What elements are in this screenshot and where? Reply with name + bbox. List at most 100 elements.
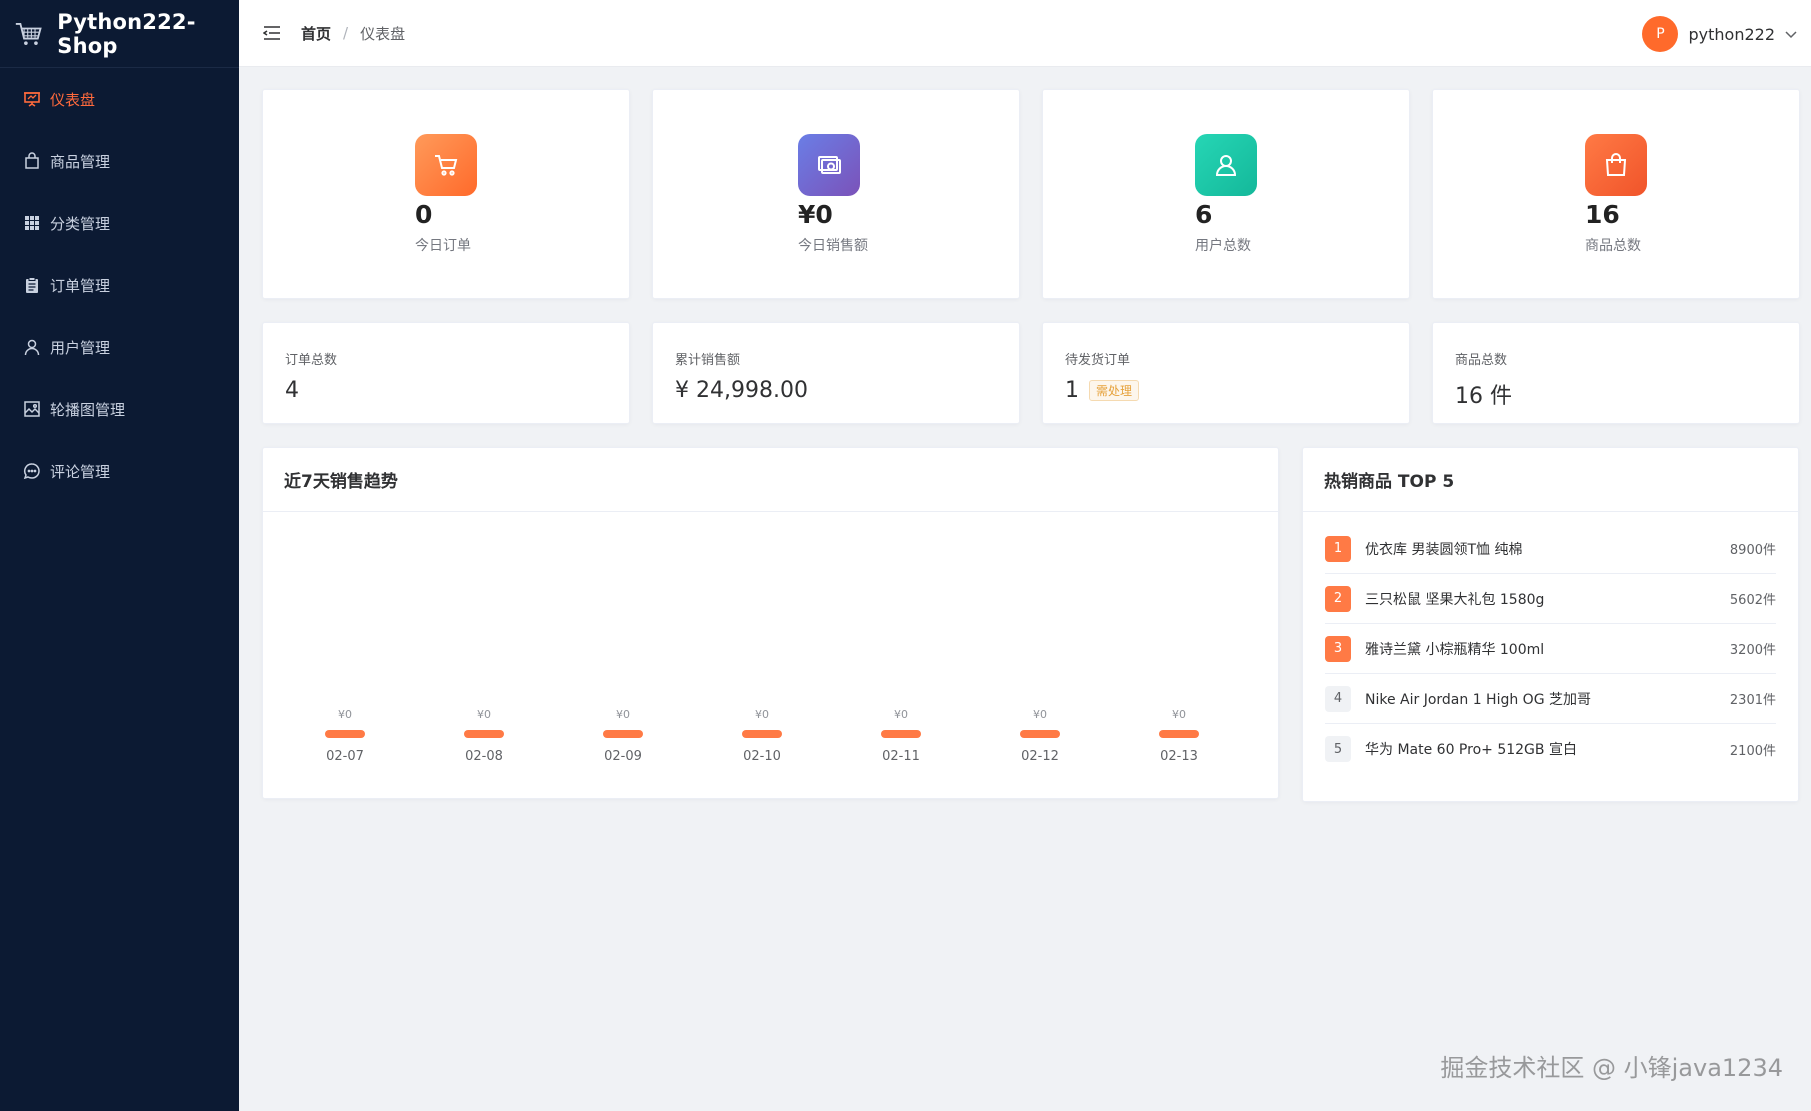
data-label: ¥0 [477,708,491,721]
sidebar-item-products[interactable]: 商品管理 [0,130,239,192]
sidebar-item-orders[interactable]: 订单管理 [0,254,239,316]
user-icon [1195,134,1257,196]
product-name[interactable]: 优衣库 男装圆领T恤 纯棉 [1365,539,1730,559]
chart-bar[interactable] [1159,730,1199,738]
chat-bubble-icon [23,462,41,480]
sidebar-item-label: 评论管理 [50,462,111,481]
stat-value: ¥0 [798,200,833,229]
sidebar: Python222-Shop 仪表盘 商品管理 分类管理 订单管理 用户管理 轮… [0,0,239,1111]
sidebar-item-banners[interactable]: 轮播图管理 [0,378,239,440]
breadcrumb-home[interactable]: 首页 [301,23,331,44]
chart-bar[interactable] [881,730,921,738]
sidebar-item-label: 商品管理 [50,152,111,171]
breadcrumb-current: 仪表盘 [360,24,406,43]
money-icon [798,134,860,196]
stat-card-today-sales: ¥0 今日销售额 [652,89,1020,299]
tick-label: 02-13 [1160,749,1198,764]
sidebar-item-categories[interactable]: 分类管理 [0,192,239,254]
chevron-down-icon[interactable] [1785,28,1797,40]
sidebar-item-comments[interactable]: 评论管理 [0,440,239,502]
product-name[interactable]: 三只松鼠 坚果大礼包 1580g [1365,589,1730,609]
summary-value-text: 1 [1065,378,1079,403]
app-title: Python222-Shop [57,9,196,58]
tick-label: 02-12 [1021,749,1059,764]
stat-value: 16 [1585,200,1620,229]
shopping-bag-icon [1585,134,1647,196]
stat-label: 用户总数 [1195,238,1251,254]
summary-value-text: 4 [285,378,299,403]
menu-toggle-icon[interactable] [263,23,283,43]
panel-title: 近7天销售趋势 [263,448,1278,512]
rank-badge: 3 [1325,635,1351,662]
picture-icon [23,400,41,418]
sales-trend-chart: ¥0 02-07 ¥0 02-08 ¥0 02-09 ¥0 02-10 ¥0 02-11 ¥0 02-… [325,708,1199,764]
hot-products-list: 1 优衣库 男装圆领T恤 纯棉 8900件 2 三只松鼠 坚果大礼包 1580g 5602… [1303,512,1798,774]
status-badge: 需处理 [1089,380,1140,401]
list-item[interactable]: 1 优衣库 男装圆领T恤 纯棉 8900件 [1325,524,1776,574]
product-name[interactable]: 华为 Mate 60 Pro+ 512GB 宣白 [1365,739,1730,759]
avatar[interactable]: P [1642,16,1679,52]
sidebar-item-users[interactable]: 用户管理 [0,316,239,378]
grid-icon [23,214,41,232]
summary-value: 16 件 [1455,378,1777,410]
stat-card-total-users: 6 用户总数 [1042,89,1410,299]
sales-count: 5602件 [1729,593,1776,608]
chart-bar[interactable] [1020,730,1060,738]
breadcrumb: 首页 / 仪表盘 [301,23,405,44]
sidebar-item-label: 订单管理 [50,276,111,295]
presentation-icon [23,90,41,108]
data-label: ¥0 [338,708,352,721]
list-item[interactable]: 4 Nike Air Jordan 1 High OG 芝加哥 2301件 [1325,674,1776,724]
product-name[interactable]: Nike Air Jordan 1 High OG 芝加哥 [1365,689,1730,709]
chart-bar[interactable] [325,730,365,738]
stat-label: 今日订单 [415,238,471,254]
sales-count: 2100件 [1729,743,1776,759]
user-icon [23,338,41,356]
stat-card-today-orders: 0 今日订单 [262,89,630,299]
data-label: ¥0 [616,708,630,721]
summary-value: 1 需处理 [1065,378,1387,403]
logo[interactable]: Python222-Shop [0,0,239,68]
data-label: ¥0 [1033,708,1047,721]
chart-bar[interactable] [603,730,643,738]
list-item[interactable]: 3 雅诗兰黛 小棕瓶精华 100ml 3200件 [1325,624,1776,674]
chart-bar[interactable] [464,730,504,738]
breadcrumb-separator: / [343,24,349,42]
data-label: ¥0 [894,708,908,721]
sidebar-item-label: 仪表盘 [50,90,96,109]
tick-label: 02-11 [882,749,920,764]
stat-card-total-products: 16 商品总数 [1432,89,1800,299]
rank-badge: 2 [1325,585,1351,612]
summary-card-total-orders: 订单总数 4 [262,322,630,424]
sales-count: 3200件 [1729,643,1776,658]
stat-value: 0 [415,200,433,229]
stat-value: 6 [1195,200,1213,229]
product-name[interactable]: 雅诗兰黛 小棕瓶精华 100ml [1365,639,1730,659]
stat-label: 商品总数 [1585,238,1641,254]
list-item[interactable]: 2 三只松鼠 坚果大礼包 1580g 5602件 [1325,574,1776,624]
summary-value-text: 16 件 [1455,384,1512,409]
tick-label: 02-08 [465,749,503,764]
sidebar-menu: 仪表盘 商品管理 分类管理 订单管理 用户管理 轮播图管理 评论管理 [0,68,239,502]
tick-label: 02-07 [326,749,364,764]
user-menu[interactable]: P python222 [1642,16,1797,52]
top-header: 首页 / 仪表盘 P python222 [239,0,1811,67]
panel-title: 热销商品 TOP 5 [1303,448,1798,512]
cart-logo-icon [15,22,42,45]
sidebar-item-label: 用户管理 [50,338,111,357]
tick-label: 02-10 [743,749,781,764]
chart-bar[interactable] [742,730,782,738]
rank-badge: 1 [1325,535,1351,562]
sales-count: 2301件 [1729,693,1776,708]
list-item[interactable]: 5 华为 Mate 60 Pro+ 512GB 宣白 2100件 [1325,724,1776,774]
data-label: ¥0 [755,708,769,721]
sales-trend-panel: 近7天销售趋势 ¥0 02-07 ¥0 02-08 ¥0 02-09 ¥0 02-10 ¥0 02… [262,447,1279,799]
summary-card-total-sales: 累计销售额 ¥ 24,998.00 [652,322,1020,424]
tick-label: 02-09 [604,749,642,764]
summary-card-pending-orders: 待发货订单 1 需处理 [1042,322,1410,424]
sales-count: 8900件 [1729,543,1776,558]
clipboard-icon [23,276,41,294]
shopping-bag-icon [23,152,41,170]
username[interactable]: python222 [1688,25,1775,44]
sidebar-item-dashboard[interactable]: 仪表盘 [0,68,239,130]
